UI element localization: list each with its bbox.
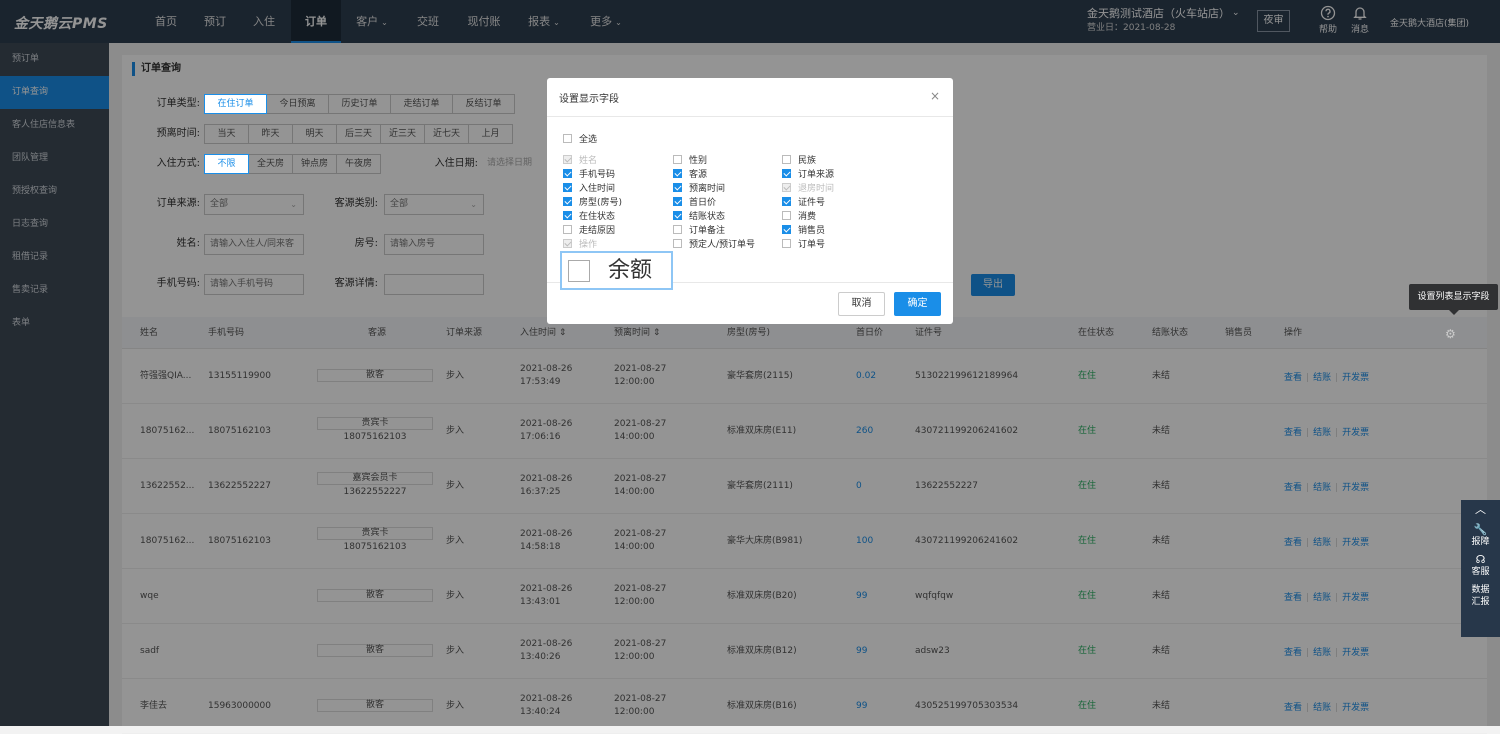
field-checkbox-label: 预离时间 [689, 184, 726, 194]
field-checkbox-label: 走结原因 [579, 226, 616, 236]
cancel-button[interactable]: 取消 [838, 292, 885, 316]
checkbox-box [563, 134, 572, 143]
field-checkbox[interactable]: 证件号 [782, 197, 825, 209]
field-checkbox[interactable]: 性别 [673, 155, 707, 167]
field-checkbox-label: 入住时间 [579, 184, 616, 194]
checkbox-box [568, 260, 590, 282]
field-checkbox-label: 姓名 [579, 156, 598, 166]
field-checkbox[interactable]: 消费 [782, 211, 816, 223]
field-checkbox-label: 手机号码 [579, 170, 616, 180]
checkbox-box [563, 239, 572, 248]
field-checkbox-label: 首日价 [689, 198, 717, 208]
close-icon[interactable]: × [930, 89, 940, 103]
field-checkbox-label: 客源 [689, 170, 708, 180]
field-checkbox[interactable]: 入住时间 [563, 183, 615, 195]
field-checkbox-label: 在住状态 [579, 212, 616, 222]
checkbox-box [782, 155, 791, 164]
checkbox-box [563, 211, 572, 220]
checkbox-box [563, 183, 572, 192]
field-checkbox-label: 证件号 [798, 198, 826, 208]
field-checkbox-label: 订单备注 [689, 226, 726, 236]
field-checkbox-label: 操作 [579, 240, 598, 250]
gear-icon[interactable]: ⚙ [1445, 327, 1456, 341]
field-checkbox[interactable]: 客源 [673, 169, 707, 181]
field-checkbox-label: 结账状态 [689, 212, 726, 222]
checkbox-box [673, 239, 682, 248]
field-checkbox-label: 民族 [798, 156, 817, 166]
field-checkbox-label: 订单号 [798, 240, 826, 250]
checkbox-box [782, 211, 791, 220]
checkbox-box [673, 211, 682, 220]
report-issue-button[interactable]: 报障 [1461, 536, 1500, 548]
chevron-up-icon[interactable]: ︿ [1461, 500, 1500, 516]
data-report-button-line2[interactable]: 汇报 [1461, 596, 1500, 608]
select-all-checkbox[interactable]: 全选 [563, 134, 597, 146]
balance-checkbox-zoom[interactable]: 余额 [560, 251, 673, 290]
checkbox-box [563, 155, 572, 164]
field-checkbox[interactable]: 预离时间 [673, 183, 725, 195]
field-checkbox[interactable]: 房型(房号) [563, 197, 622, 209]
wrench-icon: 🔧 [1473, 523, 1488, 536]
field-checkbox-label: 预定人/预订单号 [689, 240, 756, 250]
checkbox-box [782, 183, 791, 192]
field-checkbox[interactable]: 走结原因 [563, 225, 615, 237]
field-checkbox[interactable]: 订单备注 [673, 225, 725, 237]
field-checkbox[interactable]: 在住状态 [563, 211, 615, 223]
checkbox-box [782, 197, 791, 206]
field-checkbox[interactable]: 预定人/预订单号 [673, 239, 755, 251]
dialog-title: 设置显示字段 [559, 94, 619, 105]
column-settings-tooltip: 设置列表显示字段 [1409, 284, 1498, 315]
checkbox-box [673, 155, 682, 164]
field-checkbox[interactable]: 销售员 [782, 225, 825, 237]
field-checkbox[interactable]: 结账状态 [673, 211, 725, 223]
checkbox-box [563, 225, 572, 234]
checkbox-box [563, 197, 572, 206]
balance-label: 余额 [608, 258, 653, 283]
checkbox-box [782, 169, 791, 178]
order-type-in-house[interactable]: 在住订单 [204, 94, 267, 114]
field-checkbox-label: 房型(房号) [579, 198, 623, 208]
field-checkbox[interactable]: 订单来源 [782, 169, 834, 181]
right-float-panel: ︿ 🔧 报障 ☊ 客服 数据 汇报 [1461, 500, 1500, 637]
select-all-label: 全选 [579, 135, 598, 145]
field-checkbox[interactable]: 手机号码 [563, 169, 615, 181]
field-checkbox: 姓名 [563, 155, 597, 167]
headset-icon: ☊ [1475, 553, 1486, 566]
field-checkbox-label: 性别 [689, 156, 708, 166]
field-checkbox: 操作 [563, 239, 597, 251]
field-checkbox[interactable]: 订单号 [782, 239, 825, 251]
checkbox-box [673, 225, 682, 234]
checkbox-box [673, 197, 682, 206]
checkbox-box [782, 239, 791, 248]
checkbox-box [673, 169, 682, 178]
confirm-button[interactable]: 确定 [894, 292, 941, 316]
customer-service-button[interactable]: 客服 [1461, 566, 1500, 578]
field-checkbox-label: 消费 [798, 212, 817, 222]
checkbox-box [782, 225, 791, 234]
field-checkbox: 退房时间 [782, 183, 834, 195]
field-checkbox-label: 订单来源 [798, 170, 835, 180]
field-checkbox-label: 销售员 [798, 226, 826, 236]
checkin-mode-any[interactable]: 不限 [204, 154, 249, 174]
field-checkbox-label: 退房时间 [798, 184, 835, 194]
dialog-divider [547, 116, 953, 117]
checkbox-box [563, 169, 572, 178]
checkbox-box [673, 183, 682, 192]
field-checkbox[interactable]: 民族 [782, 155, 816, 167]
data-report-button-line1[interactable]: 数据 [1461, 584, 1500, 596]
field-checkbox[interactable]: 首日价 [673, 197, 716, 209]
